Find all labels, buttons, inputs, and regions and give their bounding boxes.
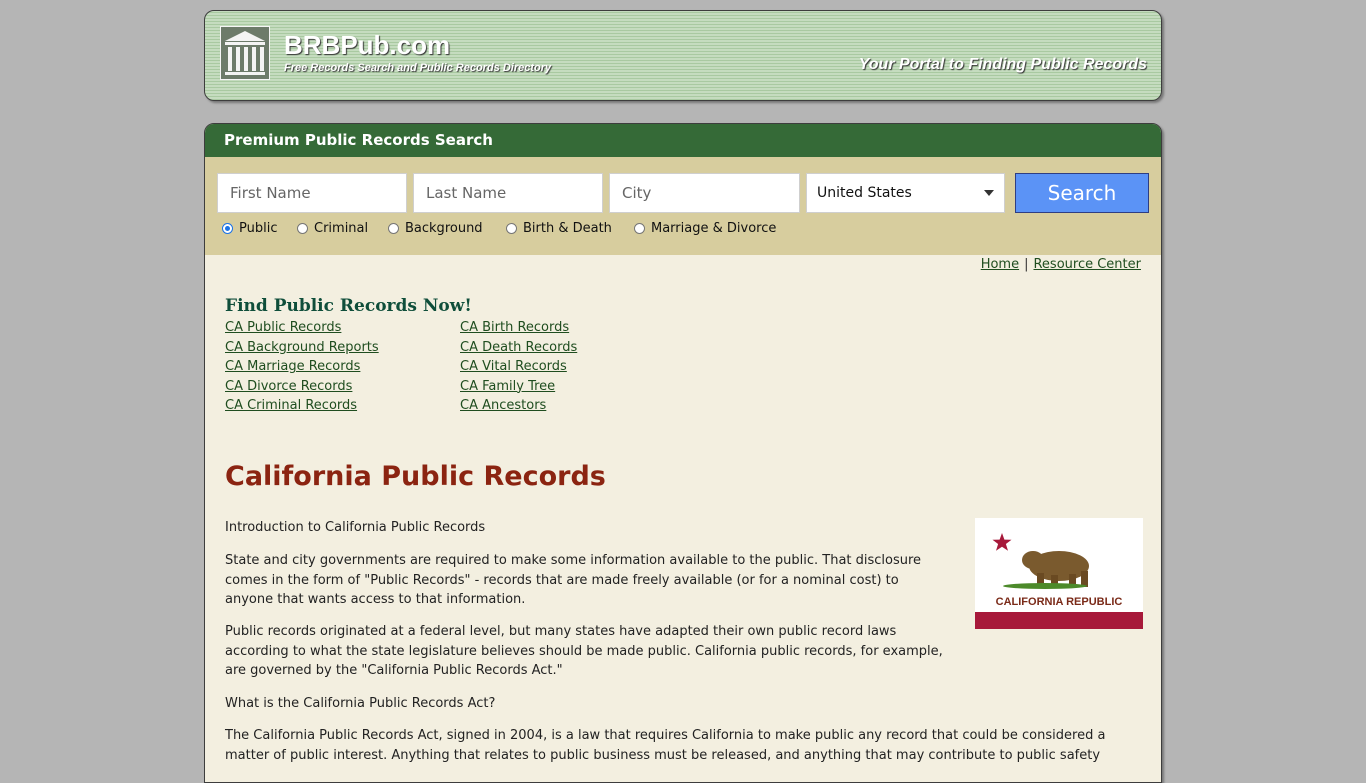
link-ca-marriage-records[interactable]: CA Marriage Records xyxy=(225,359,360,374)
radio-dot[interactable] xyxy=(506,223,517,234)
radio-dot[interactable] xyxy=(388,223,399,234)
paragraph-3: The California Public Records Act, signe… xyxy=(225,726,1105,765)
link-ca-birth-records[interactable]: CA Birth Records xyxy=(460,320,569,335)
radio-dot[interactable] xyxy=(634,223,645,234)
search-button[interactable]: Search xyxy=(1015,173,1149,213)
first-name-input[interactable] xyxy=(217,173,407,213)
page-title: California Public Records xyxy=(225,461,606,492)
country-select[interactable]: United States xyxy=(806,173,1005,213)
chevron-down-icon xyxy=(984,190,994,196)
link-ca-criminal-records[interactable]: CA Criminal Records xyxy=(225,398,357,413)
radio-background[interactable]: Background xyxy=(388,221,483,236)
link-ca-divorce-records[interactable]: CA Divorce Records xyxy=(225,379,352,394)
record-type-group: Public Criminal Background Birth & Death… xyxy=(205,221,1161,241)
text-line: matter of public interest. Anything that… xyxy=(225,747,1101,763)
california-flag-image: CALIFORNIA REPUBLIC xyxy=(975,518,1143,629)
text-line: according to what the state legislature … xyxy=(225,643,943,659)
search-form: United States Search Public Criminal Bac… xyxy=(205,157,1161,255)
paragraph-2: Public records originated at a federal l… xyxy=(225,622,943,681)
radio-birth-death[interactable]: Birth & Death xyxy=(506,221,612,236)
question-heading: What is the California Public Records Ac… xyxy=(225,696,496,711)
flag-caption: CALIFORNIA REPUBLIC xyxy=(996,596,1123,608)
text-line: comes in the form of "Public Records" - … xyxy=(225,572,899,588)
radio-label: Criminal xyxy=(314,221,369,236)
main-panel: Premium Public Records Search United Sta… xyxy=(204,123,1162,783)
radio-marriage-divorce[interactable]: Marriage & Divorce xyxy=(634,221,776,236)
home-link[interactable]: Home xyxy=(981,257,1019,272)
resource-center-link[interactable]: Resource Center xyxy=(1033,257,1141,272)
find-records-heading: Find Public Records Now! xyxy=(225,296,472,316)
portal-slogan: Your Portal to Finding Public Records xyxy=(858,56,1147,73)
radio-criminal[interactable]: Criminal xyxy=(297,221,368,236)
radio-label: Marriage & Divorce xyxy=(651,221,777,236)
paragraph-1: State and city governments are required … xyxy=(225,551,921,610)
radio-label: Background xyxy=(405,221,483,236)
site-header: BRBPub.com Free Records Search and Publi… xyxy=(204,10,1162,101)
text-line: anyone that wants access to that informa… xyxy=(225,592,526,607)
site-tagline: Free Records Search and Public Records D… xyxy=(284,62,552,74)
search-title: Premium Public Records Search xyxy=(205,124,1161,157)
last-name-input[interactable] xyxy=(413,173,603,213)
radio-label: Birth & Death xyxy=(523,221,612,236)
radio-public[interactable]: Public xyxy=(222,221,277,236)
link-ca-family-tree[interactable]: CA Family Tree xyxy=(460,379,555,394)
text-line: Public records originated at a federal l… xyxy=(225,624,897,639)
radio-dot[interactable] xyxy=(222,223,233,234)
top-nav: Home | Resource Center xyxy=(981,257,1141,272)
country-select-value: United States xyxy=(817,185,912,201)
links-column-1: CA Public Records CA Background Reports … xyxy=(225,320,379,418)
links-column-2: CA Birth Records CA Death Records CA Vit… xyxy=(460,320,577,418)
intro-heading: Introduction to California Public Record… xyxy=(225,520,486,535)
text-line: State and city governments are required … xyxy=(225,553,922,568)
link-ca-vital-records[interactable]: CA Vital Records xyxy=(460,359,567,374)
link-ca-background-reports[interactable]: CA Background Reports xyxy=(225,340,379,355)
text-line: are governed by the "California Public R… xyxy=(225,663,563,678)
nav-separator: | xyxy=(1024,257,1029,272)
link-ca-public-records[interactable]: CA Public Records xyxy=(225,320,341,335)
city-input[interactable] xyxy=(609,173,800,213)
link-ca-death-records[interactable]: CA Death Records xyxy=(460,340,577,355)
radio-label: Public xyxy=(239,221,278,236)
text-line: The California Public Records Act, signe… xyxy=(225,728,1106,743)
site-name[interactable]: BRBPub.com xyxy=(284,30,450,61)
building-columns-icon[interactable] xyxy=(220,26,270,80)
radio-dot[interactable] xyxy=(297,223,308,234)
link-ca-ancestors[interactable]: CA Ancestors xyxy=(460,398,546,413)
